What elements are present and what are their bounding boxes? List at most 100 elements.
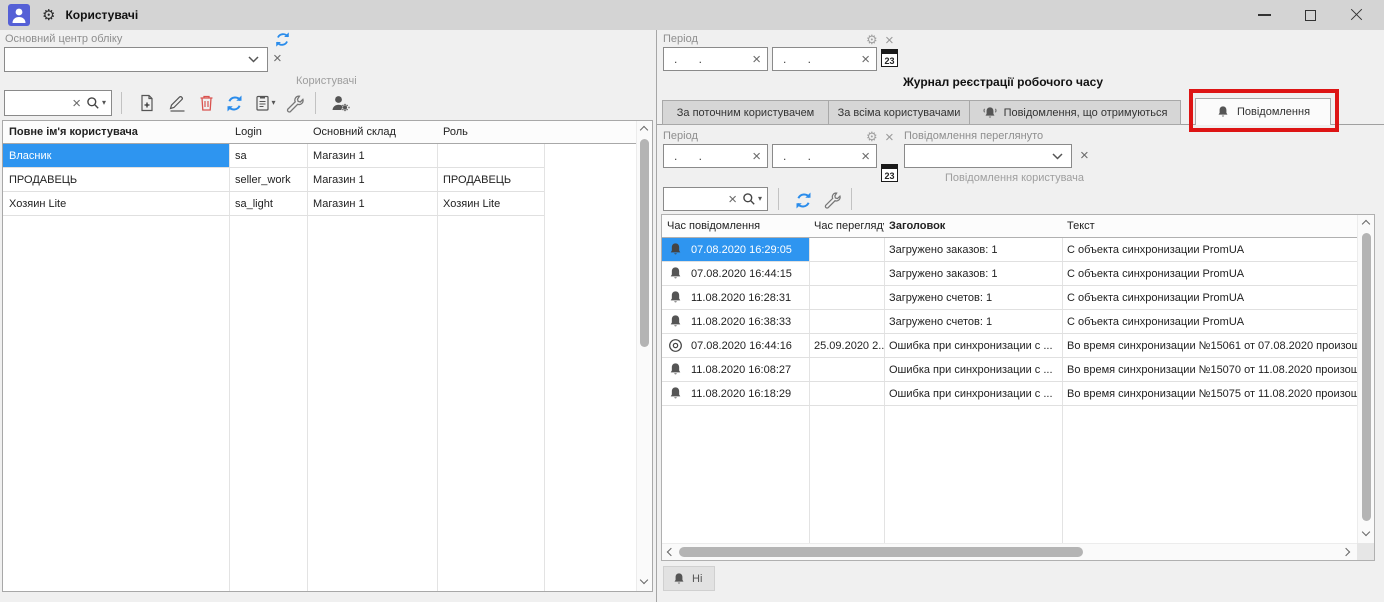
- table-row[interactable]: ПРОДАВЕЦЬ seller_work Магазин 1 ПРОДАВЕЦ…: [3, 168, 544, 192]
- scroll-down-icon[interactable]: [640, 576, 648, 584]
- user-warehouse-cell[interactable]: Магазин 1: [307, 144, 437, 167]
- text-cell[interactable]: Во время синхронизации №15061 от 07.08.2…: [1062, 334, 1357, 357]
- clear-combobox-icon[interactable]: ×: [273, 51, 282, 66]
- period-settings-gear-icon[interactable]: ⚙: [866, 130, 878, 143]
- date-to-input[interactable]: . . ×: [772, 144, 877, 168]
- text-cell[interactable]: Во время синхронизации №15075 от 11.08.2…: [1062, 382, 1357, 405]
- column-header-time[interactable]: Час повідомлення: [662, 215, 809, 237]
- table-row[interactable]: 07.08.2020 16:44:16 25.09.2020 2... Ошиб…: [662, 334, 1357, 358]
- delete-user-button[interactable]: [195, 92, 217, 114]
- search-icon[interactable]: ▾: [86, 96, 111, 110]
- column-header-login[interactable]: Login: [229, 121, 307, 143]
- edit-user-button[interactable]: [166, 92, 188, 114]
- viewed-filter-combobox[interactable]: [904, 144, 1072, 168]
- users-search-input[interactable]: × ▾: [4, 90, 112, 116]
- horizontal-scrollbar[interactable]: [662, 543, 1357, 560]
- notification-time-cell[interactable]: 07.08.2020 16:44:15: [662, 262, 809, 285]
- vertical-scrollbar[interactable]: [1357, 215, 1374, 543]
- scrollbar-thumb[interactable]: [679, 547, 1083, 557]
- notification-time-cell[interactable]: 11.08.2020 16:28:31: [662, 286, 809, 309]
- search-text-area[interactable]: [5, 91, 67, 115]
- calendar-icon[interactable]: 23: [881, 49, 898, 67]
- user-role-cell[interactable]: [437, 144, 544, 167]
- table-row[interactable]: 11.08.2020 16:28:31 Загружено счетов: 1 …: [662, 286, 1357, 310]
- scroll-down-icon[interactable]: [1362, 528, 1370, 536]
- text-cell[interactable]: С объекта синхронизации PromUA: [1062, 310, 1357, 333]
- column-header-role[interactable]: Роль: [437, 121, 544, 143]
- tab-current-user[interactable]: За поточним користувачем: [662, 100, 829, 125]
- date-from-input[interactable]: . . ×: [663, 144, 768, 168]
- user-name-cell[interactable]: Хозяин Lite: [3, 192, 229, 215]
- user-name-cell[interactable]: ПРОДАВЕЦЬ: [3, 168, 229, 191]
- maximize-button[interactable]: [1292, 0, 1328, 30]
- clear-viewed-filter-icon[interactable]: ×: [1080, 148, 1089, 163]
- period-settings-gear-icon[interactable]: ⚙: [866, 33, 878, 46]
- scroll-up-icon[interactable]: [640, 126, 648, 134]
- column-header-viewed[interactable]: Час перегляду: [809, 215, 884, 237]
- user-name-cell[interactable]: Власник: [3, 144, 229, 167]
- service-wrench-button[interactable]: [821, 189, 843, 211]
- text-cell[interactable]: С объекта синхронизации PromUA: [1062, 262, 1357, 285]
- notification-time-cell[interactable]: 11.08.2020 16:08:27: [662, 358, 809, 381]
- report-menu-button[interactable]: ▾: [251, 92, 279, 114]
- minimize-button[interactable]: [1246, 0, 1282, 30]
- user-login-cell[interactable]: sa_light: [229, 192, 307, 215]
- date-from-input[interactable]: . . ×: [663, 47, 768, 71]
- notification-time-cell[interactable]: 07.08.2020 16:44:16: [662, 334, 809, 357]
- search-options-caret-icon[interactable]: ▾: [102, 99, 106, 107]
- column-header-warehouse[interactable]: Основний склад: [307, 121, 437, 143]
- search-text-area[interactable]: [664, 188, 723, 210]
- viewed-cell[interactable]: [809, 310, 884, 333]
- column-header-full-name[interactable]: Повне ім'я користувача: [3, 121, 229, 143]
- scroll-left-icon[interactable]: [667, 548, 675, 556]
- add-user-button[interactable]: [136, 92, 158, 114]
- table-row[interactable]: Хозяин Lite sa_light Магазин 1 Хозяин Li…: [3, 192, 544, 216]
- refresh-list-button[interactable]: [223, 92, 245, 114]
- table-row[interactable]: 07.08.2020 16:44:15 Загружено заказов: 1…: [662, 262, 1357, 286]
- text-cell[interactable]: С объекта синхронизации PromUA: [1062, 238, 1357, 261]
- user-role-cell[interactable]: ПРОДАВЕЦЬ: [437, 168, 544, 191]
- clear-search-icon[interactable]: ×: [723, 192, 742, 207]
- date-to-input[interactable]: . . ×: [772, 47, 877, 71]
- calendar-icon[interactable]: 23: [881, 164, 898, 182]
- title-cell[interactable]: Загружено заказов: 1: [884, 238, 1062, 261]
- clear-search-icon[interactable]: ×: [67, 96, 86, 111]
- table-row[interactable]: 11.08.2020 16:38:33 Загружено счетов: 1 …: [662, 310, 1357, 334]
- period-clear-icon[interactable]: ×: [885, 33, 894, 48]
- table-row[interactable]: 11.08.2020 16:08:27 Ошибка при синхрониз…: [662, 358, 1357, 382]
- viewed-cell[interactable]: 25.09.2020 2...: [809, 334, 884, 357]
- scrollbar-thumb[interactable]: [1362, 233, 1371, 521]
- user-login-cell[interactable]: seller_work: [229, 168, 307, 191]
- refresh-notifications-button[interactable]: [792, 189, 814, 211]
- user-login-cell[interactable]: sa: [229, 144, 307, 167]
- accounting-center-combobox[interactable]: [4, 47, 268, 72]
- refresh-icon[interactable]: [274, 31, 291, 51]
- close-button[interactable]: [1338, 0, 1374, 30]
- column-header-text[interactable]: Текст: [1062, 215, 1357, 237]
- title-cell[interactable]: Ошибка при синхронизации с ...: [884, 358, 1062, 381]
- viewed-cell[interactable]: [809, 358, 884, 381]
- service-wrench-button[interactable]: [283, 92, 305, 114]
- search-options-caret-icon[interactable]: ▾: [758, 195, 762, 203]
- clear-date-icon[interactable]: ×: [861, 149, 876, 164]
- user-role-cell[interactable]: Хозяин Lite: [437, 192, 544, 215]
- text-cell[interactable]: Во время синхронизации №15070 от 11.08.2…: [1062, 358, 1357, 381]
- user-warehouse-cell[interactable]: Магазин 1: [307, 192, 437, 215]
- search-icon[interactable]: ▾: [742, 192, 767, 206]
- user-permissions-button[interactable]: [327, 92, 353, 114]
- notification-time-cell[interactable]: 07.08.2020 16:29:05: [662, 238, 809, 261]
- clear-date-icon[interactable]: ×: [752, 52, 767, 67]
- chevron-down-icon[interactable]: [248, 56, 267, 63]
- title-cell[interactable]: Загружено счетов: 1: [884, 310, 1062, 333]
- notification-time-cell[interactable]: 11.08.2020 16:38:33: [662, 310, 809, 333]
- tab-notifications[interactable]: Повідомлення: [1195, 98, 1331, 125]
- notification-time-cell[interactable]: 11.08.2020 16:18:29: [662, 382, 809, 405]
- no-button[interactable]: Ні: [663, 566, 715, 591]
- tab-all-users[interactable]: За всіма користувачами: [828, 100, 970, 125]
- vertical-scrollbar[interactable]: [636, 121, 652, 591]
- viewed-cell[interactable]: [809, 382, 884, 405]
- scroll-right-icon[interactable]: [1342, 548, 1350, 556]
- title-cell[interactable]: Загружено счетов: 1: [884, 286, 1062, 309]
- tab-notifications-received[interactable]: Повідомлення, що отримуються: [969, 100, 1181, 125]
- user-warehouse-cell[interactable]: Магазин 1: [307, 168, 437, 191]
